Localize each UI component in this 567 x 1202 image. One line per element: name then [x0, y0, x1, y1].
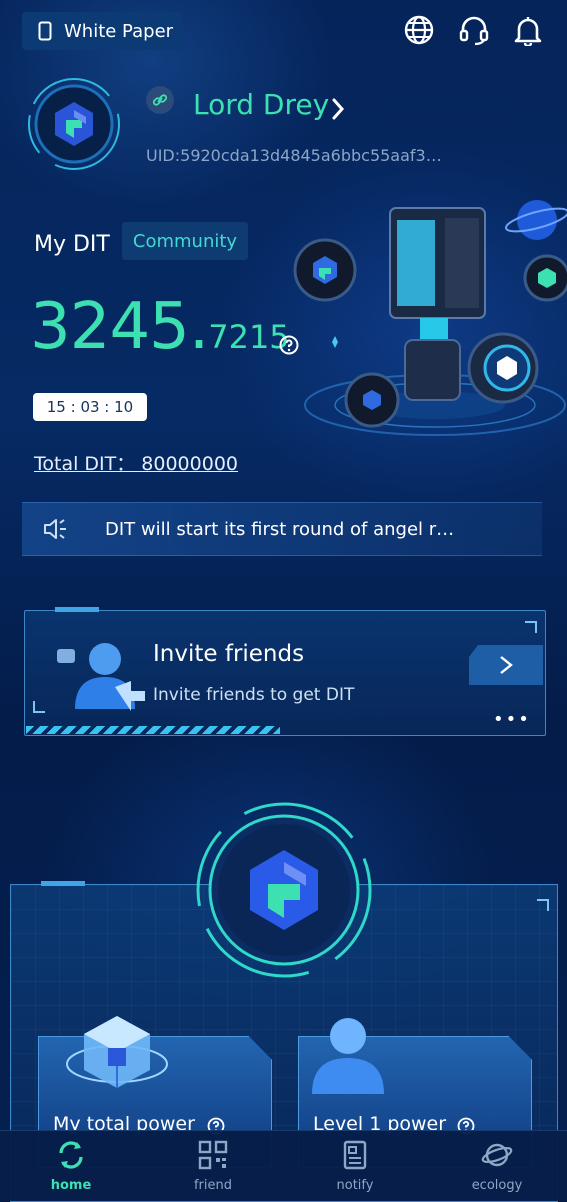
person-icon — [312, 1018, 384, 1094]
user-uid: UID:5920cda13d4845a6bbc55aaf3… — [146, 146, 442, 165]
community-button[interactable]: Community — [122, 222, 248, 260]
chevron-right-icon — [500, 656, 513, 674]
invite-arrow-button[interactable] — [469, 645, 543, 685]
link-icon — [152, 94, 168, 106]
total-dit[interactable]: Total DIT： 80000000 — [34, 449, 238, 476]
invite-title: Invite friends — [153, 641, 305, 667]
my-dit-label: My DIT — [34, 232, 110, 257]
balance-decimal: 7215 — [208, 318, 290, 356]
nav-notify[interactable]: notify — [310, 1131, 400, 1201]
stripe-decoration — [26, 726, 280, 734]
dit-balance: 3245.7215 — [30, 290, 290, 364]
phone-icon — [38, 21, 52, 41]
nav-friend-label: friend — [193, 1178, 233, 1193]
nav-home[interactable]: home — [26, 1131, 116, 1201]
nav-home-label: home — [50, 1178, 92, 1193]
invite-friends-card[interactable]: Invite friends Invite friends to get DIT… — [24, 607, 546, 736]
bell-icon[interactable] — [512, 14, 544, 46]
speaker-icon — [44, 519, 66, 539]
panel-tab-accent — [41, 881, 85, 886]
white-paper-label: White Paper — [64, 20, 174, 42]
notice-bar[interactable]: DIT will start its first round of angel … — [22, 502, 542, 556]
cube-icon — [66, 1016, 168, 1088]
qr-code-icon — [198, 1140, 228, 1170]
corner-bracket — [525, 621, 537, 633]
more-dots: ••• — [493, 709, 531, 730]
document-icon — [343, 1140, 367, 1170]
balance-integer: 3245. — [30, 290, 209, 364]
refresh-icon — [59, 1141, 83, 1169]
nav-notify-label: notify — [336, 1178, 374, 1193]
avatar[interactable] — [26, 76, 122, 172]
countdown-timer: 15 : 03 : 10 — [33, 393, 147, 421]
planet-icon — [481, 1143, 513, 1167]
invite-subtitle: Invite friends to get DIT — [153, 685, 355, 705]
white-paper-button[interactable]: White Paper — [22, 12, 182, 50]
dit-logo — [196, 802, 372, 978]
headset-icon[interactable] — [458, 14, 490, 46]
notice-text: DIT will start its first round of angel … — [105, 519, 455, 540]
nav-ecology[interactable]: ecology — [452, 1131, 542, 1201]
link-badge — [146, 86, 174, 114]
card-tab-accent — [55, 607, 99, 612]
nav-friend[interactable]: friend — [168, 1131, 258, 1201]
chevron-right-icon[interactable] — [330, 96, 346, 122]
nav-ecology-label: ecology — [471, 1178, 523, 1193]
invite-person-icon — [57, 643, 145, 711]
bottom-nav: home friend notify ecology — [0, 1130, 567, 1201]
globe-icon[interactable] — [403, 14, 435, 46]
corner-bracket — [537, 899, 549, 911]
robot-illustration — [293, 200, 567, 436]
username[interactable]: Lord Drey — [193, 88, 329, 121]
corner-bracket — [33, 701, 45, 713]
